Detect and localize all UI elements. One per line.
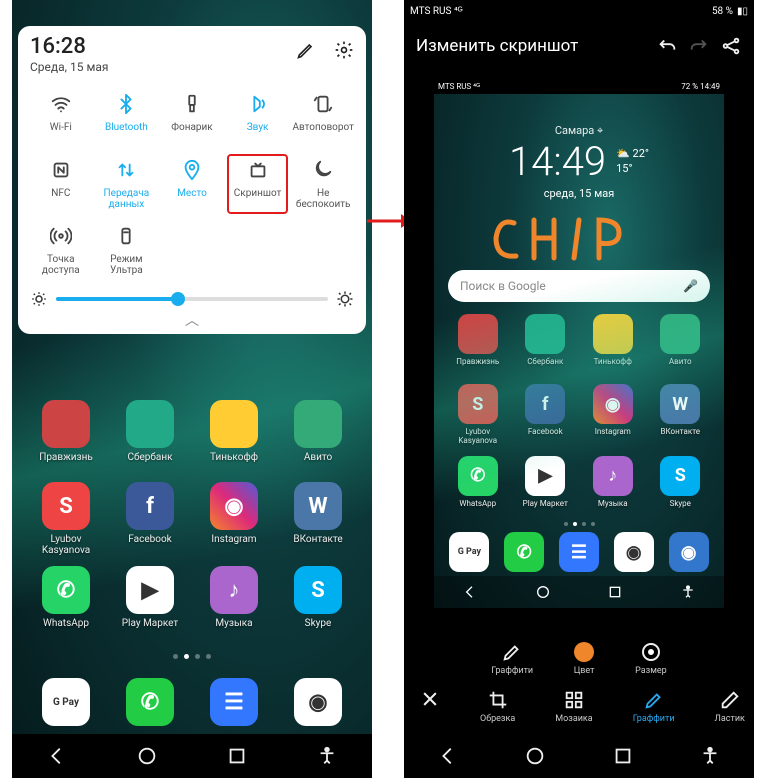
phone-left: MTS RUS ⁴ᴳ ⏰ ✱ 58 % ▮▯ 16:28 Среда, 15 м…	[12, 0, 372, 778]
dock-app[interactable]: ✆	[504, 532, 544, 572]
app-вконтакте[interactable]: WВКонтакте	[278, 482, 358, 556]
editor-header: Изменить скриншот	[404, 22, 754, 70]
app-whatsapp[interactable]: ✆WhatsApp	[26, 566, 106, 638]
tool-size[interactable]: Размер	[635, 641, 667, 676]
nav-recents-icon[interactable]	[612, 745, 634, 767]
widget-location: Самара ⌖	[434, 124, 724, 138]
qs-tile-nfc[interactable]: NFC	[30, 154, 92, 214]
wi-fi-icon	[49, 92, 73, 116]
qs-tile-звук[interactable]: Звук	[227, 88, 289, 148]
qs-tile-скриншот[interactable]: Скриншот	[227, 154, 289, 214]
app-тинькофф[interactable]: Тинькофф	[194, 400, 274, 472]
dock-app[interactable]: ◉	[614, 532, 654, 572]
tool-color[interactable]: Цвет	[573, 641, 595, 676]
app-play-маркет[interactable]: ▶Play Маркет	[110, 566, 190, 638]
nav-home-icon[interactable]	[136, 745, 158, 767]
app-dock[interactable]: G Pay	[26, 678, 106, 726]
qs-tile-фонарик[interactable]: Фонарик	[161, 88, 223, 148]
color-swatch-icon	[574, 642, 594, 662]
автоповорот-icon	[311, 92, 335, 116]
brightness-slider[interactable]	[56, 297, 328, 301]
date-label: Среда, 15 мая	[30, 60, 109, 74]
nav-bar	[404, 734, 754, 778]
qs-tile-автоповорот[interactable]: Автоповорот	[292, 88, 354, 148]
qs-tile-wi-fi[interactable]: Wi-Fi	[30, 88, 92, 148]
фонарик-icon	[180, 92, 204, 116]
editor-subtools: Граффити Цвет Размер	[404, 635, 754, 682]
expand-panel-chevron[interactable]: ︿	[30, 312, 354, 328]
qs-tile-передача-данных[interactable]: Передача данных	[96, 154, 158, 214]
nav-back-icon[interactable]	[46, 745, 68, 767]
status-bar: MTS RUS ⁴ᴳ 58 % ▮▯	[404, 0, 754, 22]
page-indicator	[12, 654, 372, 659]
size-ring-icon	[642, 643, 660, 661]
editor-title: Изменить скриншот	[416, 36, 646, 56]
editor-canvas[interactable]: MTS RUS ⁴ᴳ 72 % 14:49 Самара ⌖ 14:49 ⛅ 2…	[434, 78, 724, 608]
brightness-high-icon	[336, 290, 354, 308]
editor-tools: Обрезка Мозаика Граффити Ластик	[404, 683, 754, 730]
режим-ультра-icon	[114, 224, 138, 248]
app-dock[interactable]: ☰	[194, 678, 274, 726]
app-lyubov-kasyanova[interactable]: SLyubov Kasyanova	[26, 482, 106, 556]
app-instagram[interactable]: ◉Instagram	[194, 482, 274, 556]
app-сбербанк[interactable]: Сбербанк	[110, 400, 190, 472]
tool-mosaic[interactable]: Мозаика	[555, 689, 592, 724]
qs-tile-режим-ультра[interactable]: Режим Ультра	[96, 220, 158, 280]
nav-back-icon[interactable]	[437, 745, 459, 767]
qs-tile-точка-доступа[interactable]: Точка доступа	[30, 220, 92, 280]
tool-crop[interactable]: Обрезка	[480, 689, 515, 724]
drawn-graffiti	[434, 208, 724, 268]
передача-данных-icon	[114, 158, 138, 182]
edit-icon[interactable]	[296, 40, 316, 64]
bluetooth-icon	[114, 92, 138, 116]
battery-label: 58 %	[712, 6, 733, 17]
tool-graffiti-style[interactable]: Граффити	[491, 641, 533, 676]
nav-home-icon[interactable]	[524, 745, 546, 767]
qs-tile-bluetooth[interactable]: Bluetooth	[96, 88, 158, 148]
settings-icon[interactable]	[334, 40, 354, 64]
звук-icon	[246, 92, 270, 116]
mini-nav-bar	[434, 576, 724, 608]
cancel-button[interactable]	[420, 689, 440, 724]
app-facebook[interactable]: fFacebook	[110, 482, 190, 556]
app-dock[interactable]: ✆	[110, 678, 190, 726]
dock-app[interactable]: ◉	[669, 532, 709, 572]
undo-icon[interactable]	[656, 35, 678, 57]
qs-tile-не-беспокоить[interactable]: Не беспокоить	[292, 154, 354, 214]
brightness-low-icon	[30, 290, 48, 308]
место-icon	[180, 158, 204, 182]
tool-eraser[interactable]: Ластик	[715, 689, 745, 724]
time-label: 16:28	[30, 36, 109, 58]
app-правжизнь[interactable]: Правжизнь	[26, 400, 106, 472]
не-беспокоить-icon	[311, 158, 335, 182]
nav-accessibility-icon[interactable]	[699, 745, 721, 767]
brightness-slider-row	[30, 290, 354, 308]
app-dock[interactable]: ◉	[278, 678, 358, 726]
dock-app[interactable]: G Pay	[449, 532, 489, 572]
quick-settings-panel: 16:28 Среда, 15 мая Wi-FiBluetoothФонари…	[18, 26, 366, 334]
app-авито[interactable]: Авито	[278, 400, 358, 472]
share-icon[interactable]	[720, 35, 742, 57]
phone-right: MTS RUS ⁴ᴳ 58 % ▮▯ Изменить скриншот MTS…	[404, 0, 754, 778]
carrier-label: MTS RUS ⁴ᴳ	[410, 6, 463, 17]
nav-recents-icon[interactable]	[226, 745, 248, 767]
скриншот-icon	[246, 158, 270, 182]
nav-bar	[12, 734, 372, 778]
nfc-icon	[49, 158, 73, 182]
tool-graffiti[interactable]: Граффити	[633, 689, 675, 724]
точка-доступа-icon	[49, 224, 73, 248]
dock-app[interactable]: ☰	[559, 532, 599, 572]
app-skype[interactable]: SSkype	[278, 566, 358, 638]
qs-tile-место[interactable]: Место	[161, 154, 223, 214]
redo-icon[interactable]	[688, 35, 710, 57]
nav-accessibility-icon[interactable]	[316, 745, 338, 767]
app-музыка[interactable]: ♪Музыка	[194, 566, 274, 638]
battery-icon: ▮▯	[737, 6, 748, 17]
